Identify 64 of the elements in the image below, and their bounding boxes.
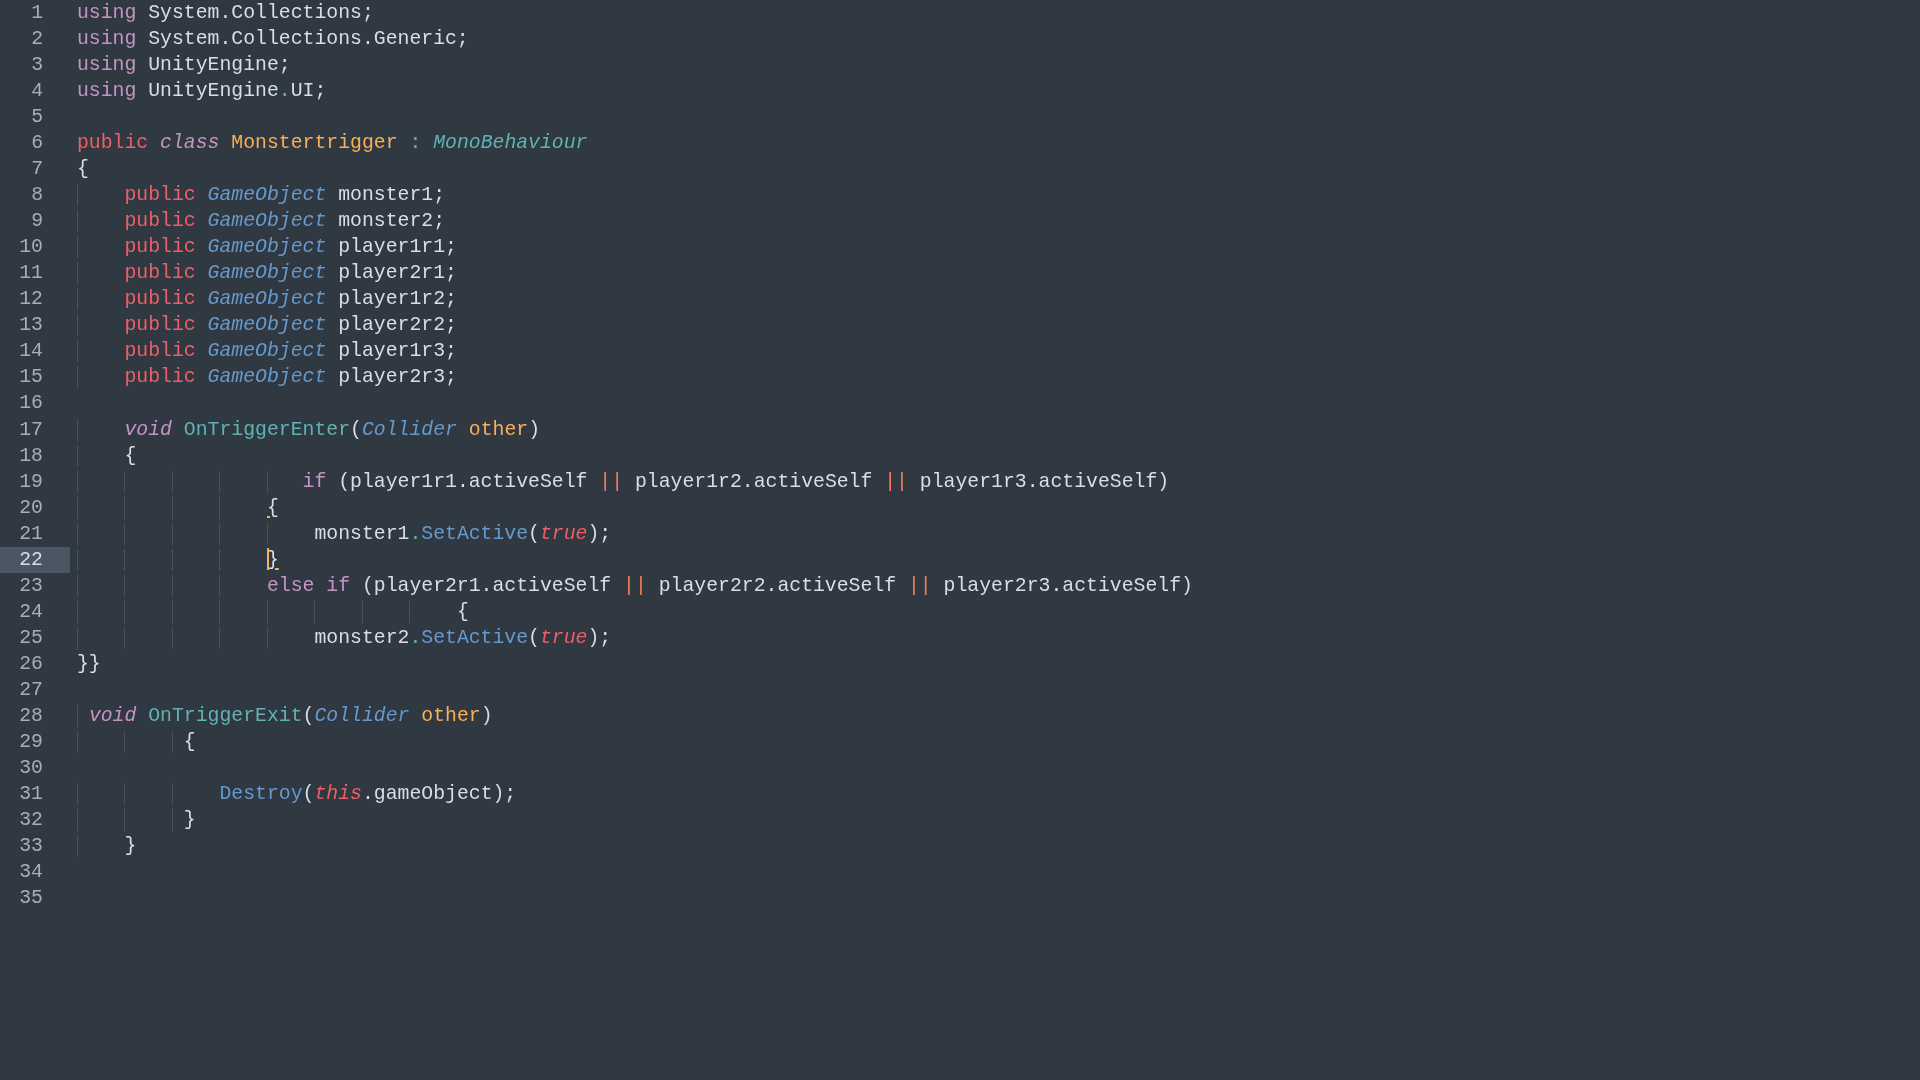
code-line: void OnTriggerEnter(Collider other) [77,416,540,443]
line-number: 9 [30,209,44,235]
line-number: 8 [30,183,44,209]
code-line: public GameObject player2r3; [77,364,457,391]
line-number: 15 [18,365,44,391]
code-line: } [77,806,196,833]
code-line: } [77,833,137,860]
code-line: using UnityEngine; [77,53,291,79]
line-number: 25 [18,625,44,651]
line-number: 20 [18,495,44,521]
code-line: Destroy(this.gameObject); [77,780,517,807]
line-number: 21 [18,521,44,547]
code-line: else if (player2r1.activeSelf || player2r2.activeSelf || player2r3.activeSelf) [77,572,1193,599]
line-number: 26 [18,651,44,677]
line-number: 6 [30,131,44,157]
line-number: 11 [18,261,44,287]
code-line: monster2.SetActive(true); [77,624,612,651]
line-number: 14 [18,339,44,365]
line-number: 5 [30,105,44,131]
line-number: 31 [18,781,44,807]
code-line: { [77,494,279,521]
code-line: using System.Collections.Generic; [77,27,469,53]
code-line: monster1.SetActive(true); [77,520,612,547]
line-number: 24 [18,599,44,625]
code-line: { [77,157,89,183]
line-number: 10 [18,235,44,261]
line-number: 35 [18,886,44,912]
code-line: void OnTriggerExit(Collider other) [77,702,493,729]
code-line: public class Monstertrigger : MonoBehaviour [77,131,588,157]
code-line: public GameObject player2r1; [77,260,457,287]
line-number: 29 [18,729,44,755]
code-line: using System.Collections; [77,1,374,26]
line-number: 28 [18,703,44,729]
code-line: } [77,546,279,573]
line-number: 12 [18,287,44,313]
code-line: public GameObject player1r1; [77,234,457,261]
line-number: 23 [18,573,44,599]
code-line: public GameObject player1r2; [77,286,457,313]
line-number: 27 [18,677,44,703]
line-number: 1 [30,1,44,26]
code-line: public GameObject monster1; [77,182,446,209]
line-number: 2 [30,27,44,53]
line-number: 30 [18,755,44,781]
code-line: using UnityEngine.UI; [77,79,327,105]
line-number: 13 [18,313,44,339]
line-number: 7 [30,157,44,183]
code-line: public GameObject player1r3; [77,338,457,365]
line-number: 4 [30,79,44,105]
line-number: 32 [18,807,44,833]
line-number: 34 [18,860,44,886]
line-number: 3 [30,53,44,79]
code-line: { [77,442,137,469]
code-line: public GameObject monster2; [77,208,446,235]
line-number: 22 [0,546,70,573]
line-number: 18 [18,443,44,469]
line-number: 16 [18,391,44,417]
line-number: 19 [18,469,44,495]
code-line: if (player1r1.activeSelf || player1r2.activeSelf || player1r3.activeSelf) [77,468,1170,495]
code-line: { [77,728,196,755]
code-line: { [77,598,469,625]
code-line: }} [77,651,101,677]
line-number: 33 [18,834,44,859]
code-line: public GameObject player2r2; [77,312,457,339]
line-number: 17 [18,417,44,443]
